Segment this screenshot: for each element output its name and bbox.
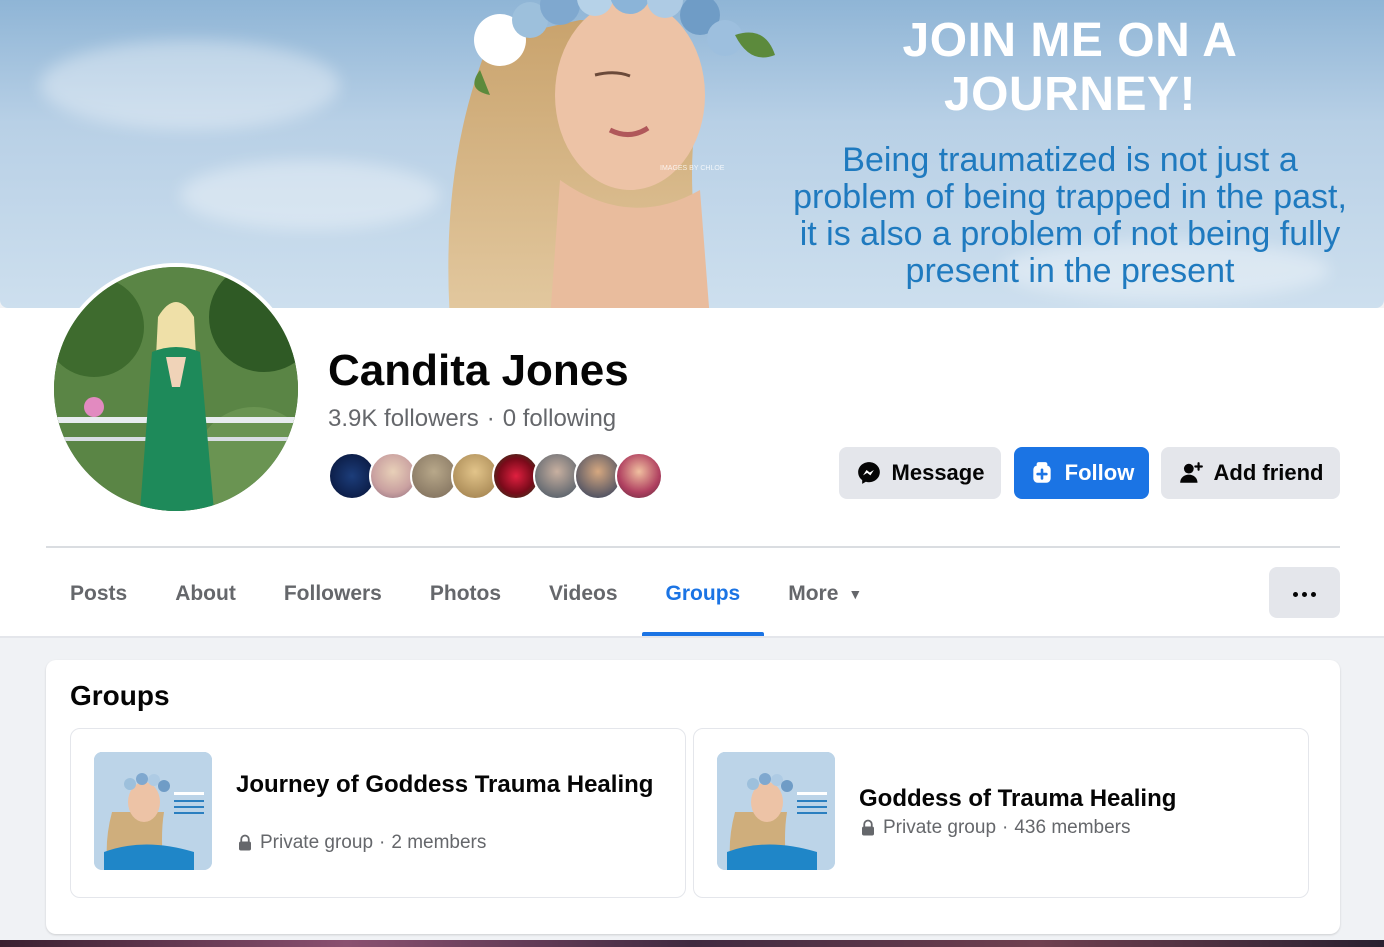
watermark-text: IMAGES BY CHLOE: [660, 165, 725, 172]
cover-quote: Being traumatized is not just a problem …: [793, 142, 1347, 290]
tab-posts[interactable]: Posts: [46, 552, 151, 636]
more-options-button[interactable]: [1269, 567, 1340, 618]
cover-headline: JOIN ME ON A JOURNEY!: [902, 14, 1238, 121]
tab-photos[interactable]: Photos: [406, 552, 525, 636]
header-divider: [46, 546, 1340, 548]
lock-icon: [862, 819, 874, 836]
bottom-strip: [0, 940, 1384, 947]
group-members: 436 members: [1014, 817, 1131, 838]
message-label: Message: [891, 460, 985, 485]
profile-avatar[interactable]: [50, 263, 302, 515]
meta-dot: ·: [1002, 817, 1009, 838]
group-privacy: Private group: [260, 832, 374, 853]
follow-button[interactable]: Follow: [1014, 447, 1149, 499]
tab-groups[interactable]: Groups: [641, 552, 765, 636]
messenger-icon: [857, 462, 880, 484]
tab-label: Groups: [665, 582, 741, 605]
groups-card: Groups Journey of Goddess Trauma Healing…: [46, 660, 1340, 934]
followers-link[interactable]: 3.9K followers: [328, 405, 479, 433]
tab-followers[interactable]: Followers: [260, 552, 406, 636]
mini-avatar[interactable]: [615, 452, 663, 500]
profile-name: Candita Jones: [328, 346, 629, 395]
tab-more[interactable]: More ▼: [764, 552, 886, 636]
more-dots-icon: [1291, 584, 1318, 602]
tab-about[interactable]: About: [151, 552, 260, 636]
avatar-image: [54, 267, 298, 511]
follow-label: Follow: [1064, 460, 1135, 485]
group-members: 2 members: [391, 832, 487, 853]
message-button[interactable]: Message: [839, 447, 1001, 499]
lock-icon: [239, 834, 251, 851]
tab-label: More: [788, 582, 839, 605]
header-shadow: [0, 636, 1384, 638]
tab-videos[interactable]: Videos: [525, 552, 641, 636]
group-thumbnail: [717, 752, 835, 870]
profile-tabs: Posts About Followers Photos Videos Grou…: [46, 552, 886, 636]
meta-dot: ·: [379, 832, 386, 853]
group-name[interactable]: Journey of Goddess Trauma Healing: [236, 770, 656, 800]
add-person-icon: [1179, 462, 1203, 483]
group-name[interactable]: Goddess of Trauma Healing: [859, 784, 1279, 814]
tab-label: Photos: [429, 582, 502, 605]
tab-label: About: [175, 582, 236, 605]
add-friend-label: Add friend: [1213, 460, 1324, 485]
profile-counts: 3.9K followers · 0 following: [328, 405, 616, 433]
tab-label: Posts: [70, 582, 128, 605]
separator-dot: ·: [486, 405, 495, 432]
follow-icon: [1033, 462, 1051, 483]
caret-down-icon: ▼: [848, 586, 863, 602]
tab-label: Followers: [283, 582, 382, 605]
cover-woman-image: IMAGES BY CHLOE: [448, 0, 775, 308]
group-privacy: Private group: [883, 817, 997, 838]
tab-label: Videos: [549, 582, 618, 605]
mutual-avatars: [328, 452, 668, 500]
add-friend-button[interactable]: Add friend: [1161, 447, 1340, 499]
groups-title: Groups: [70, 680, 170, 711]
cover-text: JOIN ME ON A JOURNEY! Being traumatized …: [790, 14, 1350, 290]
following-link[interactable]: 0 following: [503, 405, 616, 433]
group-thumbnail: [94, 752, 212, 870]
cover-photo[interactable]: IMAGES BY CHLOE JOIN ME ON A JOURNEY! Be…: [0, 0, 1384, 308]
group-card[interactable]: Goddess of Trauma Healing Private group …: [693, 728, 1309, 898]
group-meta: Private group · 2 members: [236, 832, 486, 854]
group-card[interactable]: Journey of Goddess Trauma Healing Privat…: [70, 728, 686, 898]
group-meta: Private group · 436 members: [859, 817, 1131, 839]
